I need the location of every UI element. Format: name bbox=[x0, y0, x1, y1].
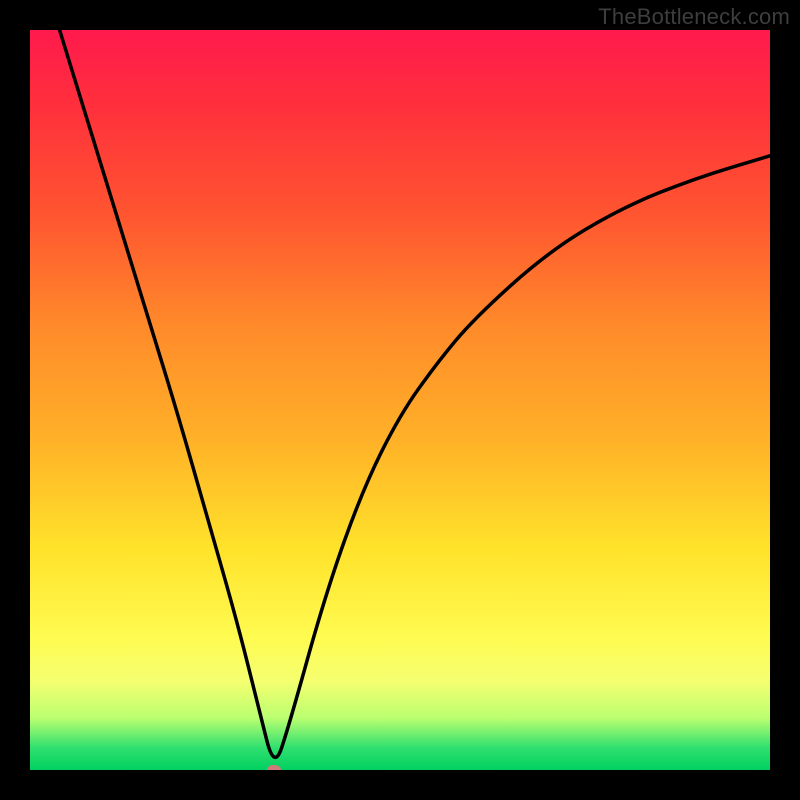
plot-area bbox=[30, 30, 770, 770]
watermark-text: TheBottleneck.com bbox=[598, 4, 790, 30]
optimal-point-marker bbox=[267, 765, 281, 770]
bottleneck-curve bbox=[30, 30, 770, 770]
chart-frame: TheBottleneck.com bbox=[0, 0, 800, 800]
